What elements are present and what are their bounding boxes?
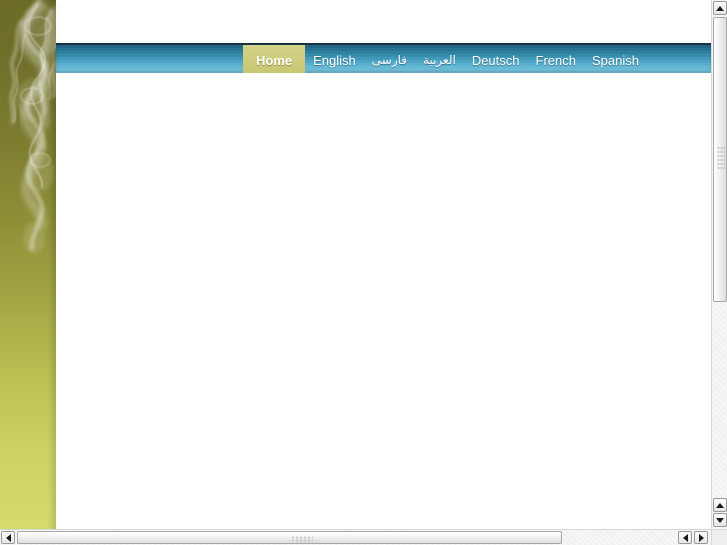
- scroll-right-button[interactable]: [694, 531, 708, 544]
- arrow-left-icon: [5, 533, 11, 542]
- vertical-scrollbar[interactable]: [711, 0, 727, 529]
- nav-item-label: Spanish: [591, 52, 639, 68]
- nav-item-label: العربية: [423, 53, 456, 67]
- vertical-scrollbar-thumb[interactable]: [713, 17, 727, 302]
- arrow-down-icon: [716, 517, 724, 523]
- scroll-up-button-2[interactable]: [713, 498, 727, 512]
- nav-item-arabic[interactable]: العربية: [415, 45, 464, 73]
- nav-item-label: Deutsch: [471, 52, 520, 68]
- nav-item-home[interactable]: Home: [243, 45, 306, 73]
- nav-item-french[interactable]: French: [528, 45, 584, 73]
- scrollbar-corner: [711, 529, 727, 545]
- nav-item-label: English: [313, 52, 356, 68]
- arrow-up-icon: [716, 502, 724, 508]
- scroll-left-button-2[interactable]: [678, 531, 692, 544]
- browser-window: Home English فارسی العربية Deutsch Frenc…: [0, 0, 727, 545]
- nav-item-english[interactable]: English: [305, 45, 364, 73]
- scrollbar-grip-icon: [717, 146, 725, 170]
- arrow-up-icon: [716, 5, 724, 11]
- page-content-area: [56, 73, 711, 529]
- page-viewport: Home English فارسی العربية Deutsch Frenc…: [0, 0, 711, 529]
- nav-item-label: فارسی: [371, 53, 408, 67]
- scroll-up-button[interactable]: [713, 1, 727, 15]
- nav-item-spanish[interactable]: Spanish: [584, 45, 647, 73]
- arrow-left-icon: [682, 533, 688, 542]
- nav-item-label: French: [535, 52, 576, 68]
- nav-item-deutsch[interactable]: Deutsch: [464, 45, 528, 73]
- scroll-left-button[interactable]: [1, 531, 15, 544]
- horizontal-scrollbar[interactable]: [0, 529, 711, 545]
- horizontal-scrollbar-thumb[interactable]: [17, 531, 562, 544]
- scroll-down-button[interactable]: [713, 513, 727, 527]
- olive-band-shadow: [48, 0, 56, 529]
- scrollbar-grip-icon: [291, 536, 313, 543]
- navigation-bar-wrapper: Home English فارسی العربية Deutsch Frenc…: [56, 43, 711, 73]
- nav-item-farsi[interactable]: فارسی: [364, 45, 415, 73]
- nav-item-list: Home English فارسی العربية Deutsch Frenc…: [243, 45, 647, 73]
- arrow-right-icon: [698, 533, 704, 542]
- language-navigation-bar: Home English فارسی العربية Deutsch Frenc…: [56, 43, 711, 73]
- nav-item-label: Home: [256, 52, 293, 68]
